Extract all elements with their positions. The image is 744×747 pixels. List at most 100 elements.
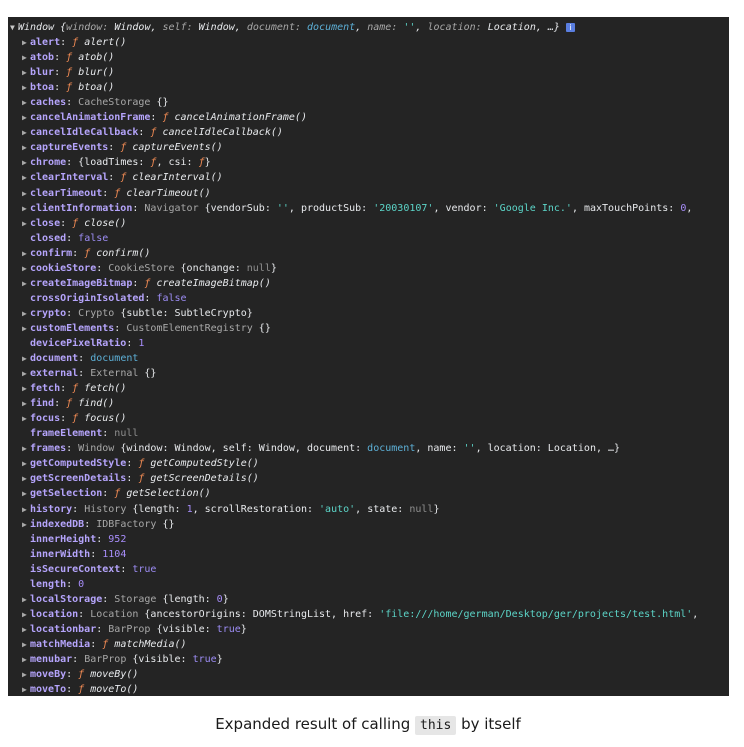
expand-arrow-icon[interactable]: ▶ [22, 276, 30, 291]
expand-arrow-icon[interactable]: ▶ [22, 381, 30, 396]
property-row-location[interactable]: ▶ location: Location {ancestorOrigins: DO… [10, 607, 729, 622]
property-key: blur [30, 67, 55, 79]
property-row-getSelection[interactable]: ▶ getSelection: ƒ getSelection() [10, 486, 729, 501]
expand-arrow-icon[interactable]: ▶ [22, 396, 30, 411]
property-row-locationbar[interactable]: ▶ locationbar: BarProp {visible: true} [10, 622, 729, 637]
expand-arrow-icon[interactable]: ▶ [22, 246, 30, 261]
property-row-captureEvents[interactable]: ▶ captureEvents: ƒ captureEvents() [10, 140, 729, 155]
expand-arrow-icon[interactable]: ▶ [22, 321, 30, 336]
property-value: BarProp [84, 653, 133, 665]
property-row-moveBy[interactable]: ▶ moveBy: ƒ moveBy() [10, 667, 729, 682]
property-row-focus[interactable]: ▶ focus: ƒ focus() [10, 411, 729, 426]
property-row-confirm[interactable]: ▶ confirm: ƒ confirm() [10, 246, 729, 261]
property-row-menubar[interactable]: ▶ menubar: BarProp {visible: true} [10, 652, 729, 667]
property-row-history[interactable]: ▶ history: History {length: 1, scrollRest… [10, 502, 729, 517]
info-icon[interactable]: i [565, 22, 575, 32]
property-row-frames[interactable]: ▶ frames: Window {window: Window, self: W… [10, 441, 729, 456]
property-value: null [409, 503, 434, 515]
expand-arrow-icon[interactable]: ▶ [22, 366, 30, 381]
expand-arrow-icon[interactable]: ▶ [22, 170, 30, 185]
expand-arrow-icon[interactable]: ▶ [22, 486, 30, 501]
expand-arrow-icon[interactable]: ▶ [22, 155, 30, 170]
expand-arrow-icon[interactable]: ▶ [22, 125, 30, 140]
property-row-btoa[interactable]: ▶ btoa: ƒ btoa() [10, 80, 729, 95]
property-row-chrome[interactable]: ▶ chrome: {loadTimes: ƒ, csi: ƒ} [10, 155, 729, 170]
property-row-cookieStore[interactable]: ▶ cookieStore: CookieStore {onchange: nul… [10, 261, 729, 276]
property-row-blur[interactable]: ▶ blur: ƒ blur() [10, 65, 729, 80]
property-row-external[interactable]: ▶ external: External {} [10, 366, 729, 381]
expand-arrow-icon[interactable]: ▶ [22, 35, 30, 50]
property-key: captureEvents [30, 142, 109, 154]
expand-arrow-icon[interactable]: ▶ [22, 110, 30, 125]
property-row-getComputedStyle[interactable]: ▶ getComputedStyle: ƒ getComputedStyle() [10, 456, 729, 471]
expand-arrow-icon[interactable]: ▶ [22, 607, 30, 622]
property-key: frames [30, 443, 67, 455]
property-row-closed: closed: false [10, 231, 729, 246]
property-value: getComputedStyle() [150, 458, 259, 470]
property-row-matchMedia[interactable]: ▶ matchMedia: ƒ matchMedia() [10, 637, 729, 652]
expand-arrow-icon[interactable]: ▶ [22, 80, 30, 95]
property-value: Location [90, 608, 145, 620]
expand-arrow-icon[interactable]: ▶ [22, 186, 30, 201]
expand-arrow-icon[interactable]: ▶ [22, 667, 30, 682]
expand-arrow-icon[interactable]: ▶ [22, 637, 30, 652]
property-key: crypto [30, 307, 67, 319]
property-colon: : [108, 172, 121, 184]
expand-arrow-icon[interactable]: ▶ [22, 261, 30, 276]
property-row-atob[interactable]: ▶ atob: ƒ atob() [10, 50, 729, 65]
expand-arrow-icon[interactable]: ▶ [22, 517, 30, 532]
property-row-localStorage[interactable]: ▶ localStorage: Storage {length: 0} [10, 592, 729, 607]
property-key: moveTo [30, 684, 67, 696]
expand-arrow-icon[interactable]: ▶ [22, 502, 30, 517]
property-key: devicePixelRatio [30, 337, 127, 349]
property-colon: : [78, 368, 91, 380]
property-row-customElements[interactable]: ▶ customElements: CustomElementRegistry {… [10, 321, 729, 336]
property-row-alert[interactable]: ▶ alert: ƒ alert() [10, 35, 729, 50]
expand-arrow-icon[interactable]: ▶ [22, 140, 30, 155]
expand-arrow-icon[interactable]: ▶ [22, 622, 30, 637]
property-row-close[interactable]: ▶ close: ƒ close() [10, 216, 729, 231]
property-value[interactable]: document [367, 443, 415, 454]
window-object-header[interactable]: ▼ Window {window: Window, self: Window, d… [10, 20, 729, 35]
expand-arrow-icon[interactable]: ▶ [22, 351, 30, 366]
expand-arrow-icon[interactable]: ▶ [22, 441, 30, 456]
expand-arrow-icon[interactable]: ▶ [22, 652, 30, 667]
property-row-find[interactable]: ▶ find: ƒ find() [10, 396, 729, 411]
property-row-fetch[interactable]: ▶ fetch: ƒ fetch() [10, 381, 729, 396]
expand-arrow-icon[interactable]: ▶ [22, 216, 30, 231]
property-row-createImageBitmap[interactable]: ▶ createImageBitmap: ƒ createImageBitmap(… [10, 276, 729, 291]
property-row-cancelAnimationFrame[interactable]: ▶ cancelAnimationFrame: ƒ cancelAnimation… [10, 110, 729, 125]
property-row-moveTo[interactable]: ▶ moveTo: ƒ moveTo() [10, 682, 729, 696]
property-row-indexedDB[interactable]: ▶ indexedDB: IDBFactory {} [10, 517, 729, 532]
property-value: {visible: [132, 653, 193, 665]
expand-arrow-icon[interactable]: ▶ [22, 201, 30, 216]
expand-arrow-icon[interactable]: ▶ [22, 50, 30, 65]
caption-code: this [415, 716, 457, 735]
property-value: {subtle: SubtleCrypto} [120, 307, 253, 319]
property-row-clientInformation[interactable]: ▶ clientInformation: Navigator {vendorSub… [10, 201, 729, 216]
expand-arrow-icon[interactable]: ▶ [22, 682, 30, 696]
property-row-clearInterval[interactable]: ▶ clearInterval: ƒ clearInterval() [10, 170, 729, 185]
property-row-cancelIdleCallback[interactable]: ▶ cancelIdleCallback: ƒ cancelIdleCallbac… [10, 125, 729, 140]
expand-arrow-icon[interactable]: ▶ [22, 411, 30, 426]
property-colon: : [126, 473, 139, 485]
property-value: true [216, 623, 241, 635]
property-row-caches[interactable]: ▶ caches: CacheStorage {} [10, 95, 729, 110]
expand-arrow-icon[interactable]: ▶ [22, 592, 30, 607]
expand-arrow-icon[interactable]: ▶ [22, 471, 30, 486]
property-row-crypto[interactable]: ▶ crypto: Crypto {subtle: SubtleCrypto} [10, 306, 729, 321]
property-value: {length: [162, 593, 217, 605]
expand-arrow-icon[interactable]: ▶ [22, 65, 30, 80]
expand-arrow-icon[interactable]: ▶ [22, 95, 30, 110]
property-row-getScreenDetails[interactable]: ▶ getScreenDetails: ƒ getScreenDetails() [10, 471, 729, 486]
property-value[interactable]: document [90, 353, 138, 364]
collapse-arrow-icon[interactable]: ▼ [10, 20, 18, 35]
property-row-document[interactable]: ▶ document: document [10, 351, 729, 366]
expand-arrow-icon[interactable]: ▶ [22, 456, 30, 471]
property-value: btoa() [78, 82, 115, 94]
property-colon: : [78, 353, 91, 365]
property-row-clearTimeout[interactable]: ▶ clearTimeout: ƒ clearTimeout() [10, 186, 729, 201]
property-row-frameElement: frameElement: null [10, 426, 729, 441]
expand-arrow-icon[interactable]: ▶ [22, 306, 30, 321]
property-key: caches [30, 97, 67, 109]
